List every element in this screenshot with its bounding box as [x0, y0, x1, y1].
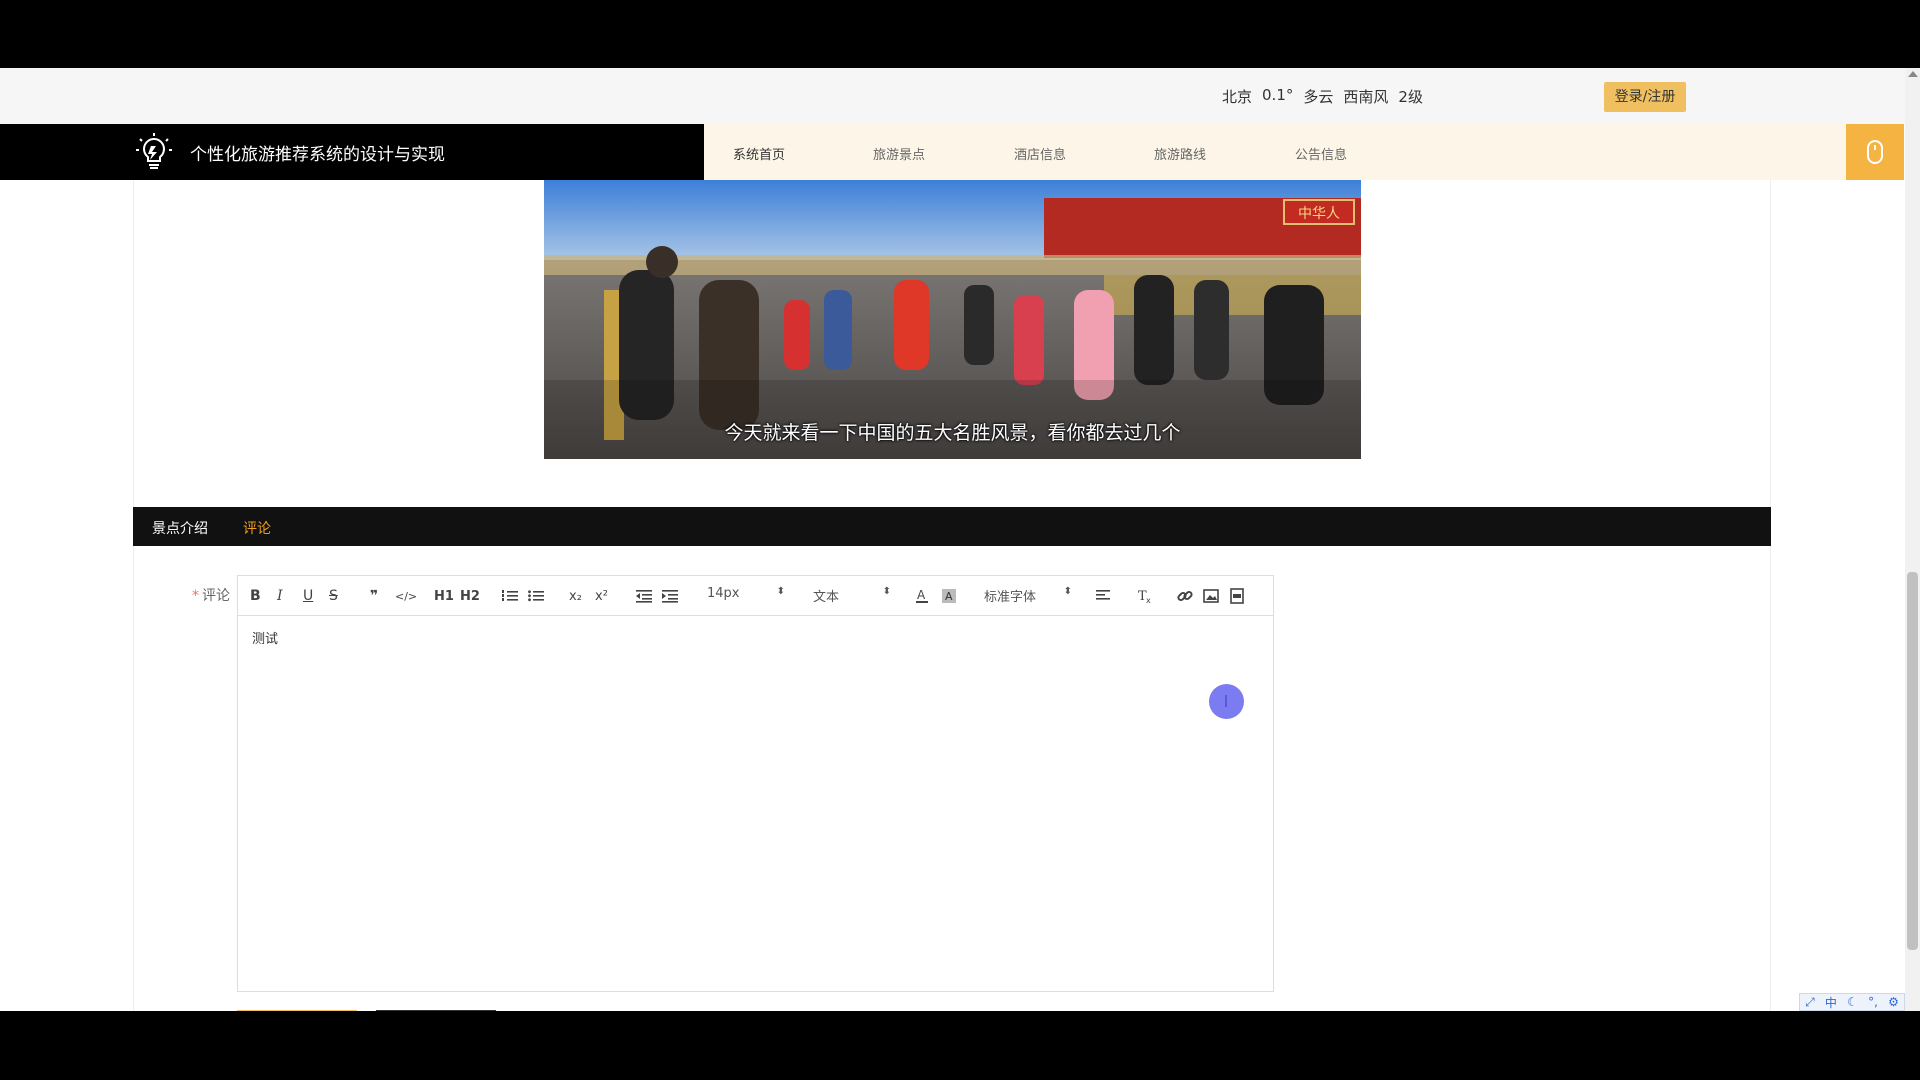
- side-action-button[interactable]: [1846, 124, 1904, 180]
- select-arrows-icon: ⬍: [1063, 586, 1072, 597]
- comment-field-label: * 评论: [192, 585, 230, 605]
- top-info-bar: 北京 0.1° 多云 西南风 2级 登录/注册: [0, 68, 1905, 124]
- ime-expand-icon[interactable]: ⤢: [1805, 995, 1815, 1010]
- bold-button[interactable]: B: [250, 586, 261, 606]
- site-header: 个性化旅游推荐系统的设计与实现 系统首页 旅游景点 酒店信息 旅游路线 公告信息: [0, 124, 1905, 180]
- login-register-button[interactable]: 登录/注册: [1604, 82, 1686, 112]
- site-title: 个性化旅游推荐系统的设计与实现: [190, 145, 445, 165]
- tab-comments[interactable]: 评论: [243, 518, 271, 538]
- font-color-icon[interactable]: A: [915, 586, 929, 606]
- weather-wind-dir: 西南风: [1343, 88, 1389, 106]
- weather-city: 北京: [1222, 88, 1253, 106]
- rich-text-editor: B I U S ❞ </> H1 H2 x₂ x² 14px ⬍ 文本 ⬍ A …: [237, 575, 1274, 992]
- nav-item-attractions[interactable]: 旅游景点: [873, 144, 925, 163]
- scrollbar-thumb[interactable]: [1907, 572, 1918, 950]
- submit-button-edge[interactable]: [237, 1010, 357, 1011]
- ime-punctuation-icon[interactable]: °,: [1868, 995, 1878, 1009]
- detail-tabs: 景点介绍 评论: [133, 507, 1771, 546]
- svg-text:A: A: [945, 590, 953, 603]
- outdent-icon[interactable]: [636, 586, 652, 606]
- nav-item-hotels[interactable]: 酒店信息: [1014, 144, 1066, 163]
- nav-item-routes[interactable]: 旅游路线: [1154, 144, 1206, 163]
- brand-area: 个性化旅游推荐系统的设计与实现: [0, 124, 704, 180]
- font-family-select[interactable]: 标准字体 ⬍: [984, 586, 1072, 606]
- weather-temp: 0.1°: [1262, 86, 1294, 104]
- strikethrough-button[interactable]: S: [329, 586, 338, 606]
- gate-sign-text: 中华人: [1298, 206, 1340, 222]
- video-icon[interactable]: [1229, 586, 1245, 606]
- weather-condition: 多云: [1303, 88, 1334, 106]
- font-family-value: 标准字体: [984, 590, 1037, 605]
- blockquote-button[interactable]: ❞: [370, 586, 378, 606]
- tab-introduction[interactable]: 景点介绍: [152, 518, 208, 538]
- select-arrows-icon: ⬍: [776, 586, 785, 597]
- link-icon[interactable]: [1177, 586, 1193, 606]
- mouse-icon: [1867, 140, 1883, 164]
- block-format-value: 文本: [813, 590, 840, 605]
- clear-format-icon[interactable]: Tx: [1137, 586, 1153, 606]
- comment-label-text: 评论: [202, 588, 230, 604]
- ordered-list-icon[interactable]: [502, 586, 518, 606]
- image-icon[interactable]: [1203, 586, 1219, 606]
- subscript-button[interactable]: x₂: [569, 586, 582, 606]
- superscript-button[interactable]: x²: [595, 586, 608, 606]
- reset-button-edge[interactable]: [376, 1010, 496, 1011]
- main-nav: 系统首页 旅游景点 酒店信息 旅游路线 公告信息: [704, 124, 1846, 180]
- ime-moon-icon[interactable]: ☾: [1847, 995, 1858, 1009]
- weather-widget: 北京 0.1° 多云 西南风 2级: [1222, 86, 1423, 107]
- select-arrows-icon: ⬍: [882, 586, 891, 597]
- underline-button[interactable]: U: [303, 586, 313, 606]
- ime-language[interactable]: 中: [1825, 994, 1837, 1011]
- video-player[interactable]: 中华人 今天就来看一下中国的五大名胜风景，看你都去过几个: [544, 180, 1361, 459]
- align-icon[interactable]: [1096, 586, 1112, 606]
- code-block-button[interactable]: </>: [395, 586, 417, 606]
- editor-content[interactable]: 测试: [252, 628, 278, 647]
- block-format-select[interactable]: 文本 ⬍: [813, 586, 891, 606]
- background-color-icon[interactable]: A: [941, 586, 957, 606]
- video-subtitle: 今天就来看一下中国的五大名胜风景，看你都去过几个: [724, 422, 1181, 444]
- font-size-select[interactable]: 14px ⬍: [707, 586, 785, 606]
- mouse-cursor-indicator: [1209, 684, 1244, 719]
- nav-item-announcements[interactable]: 公告信息: [1295, 144, 1347, 163]
- bullet-list-icon[interactable]: [528, 586, 544, 606]
- required-mark: *: [192, 588, 199, 604]
- weather-wind-level: 2级: [1398, 88, 1423, 106]
- heading2-button[interactable]: H2: [460, 586, 480, 606]
- browser-viewport: 北京 0.1° 多云 西南风 2级 登录/注册 个性化旅游推荐系统的设计与实现 …: [0, 68, 1920, 1011]
- editor-toolbar: B I U S ❞ </> H1 H2 x₂ x² 14px ⬍ 文本 ⬍ A …: [238, 576, 1273, 616]
- italic-button[interactable]: I: [277, 586, 283, 606]
- svg-text:x: x: [1146, 596, 1151, 604]
- heading1-button[interactable]: H1: [434, 586, 454, 606]
- font-size-value: 14px: [707, 586, 740, 601]
- page-scrollbar[interactable]: [1905, 68, 1920, 1011]
- indent-icon[interactable]: [662, 586, 678, 606]
- nav-item-home[interactable]: 系统首页: [733, 144, 785, 163]
- scroll-up-icon[interactable]: [1908, 71, 1918, 77]
- ime-toolbar[interactable]: ⤢ 中 ☾ °, ⚙: [1799, 993, 1905, 1011]
- ime-settings-icon[interactable]: ⚙: [1888, 995, 1899, 1009]
- lightbulb-logo-icon: [136, 133, 172, 169]
- svg-text:A: A: [917, 588, 926, 602]
